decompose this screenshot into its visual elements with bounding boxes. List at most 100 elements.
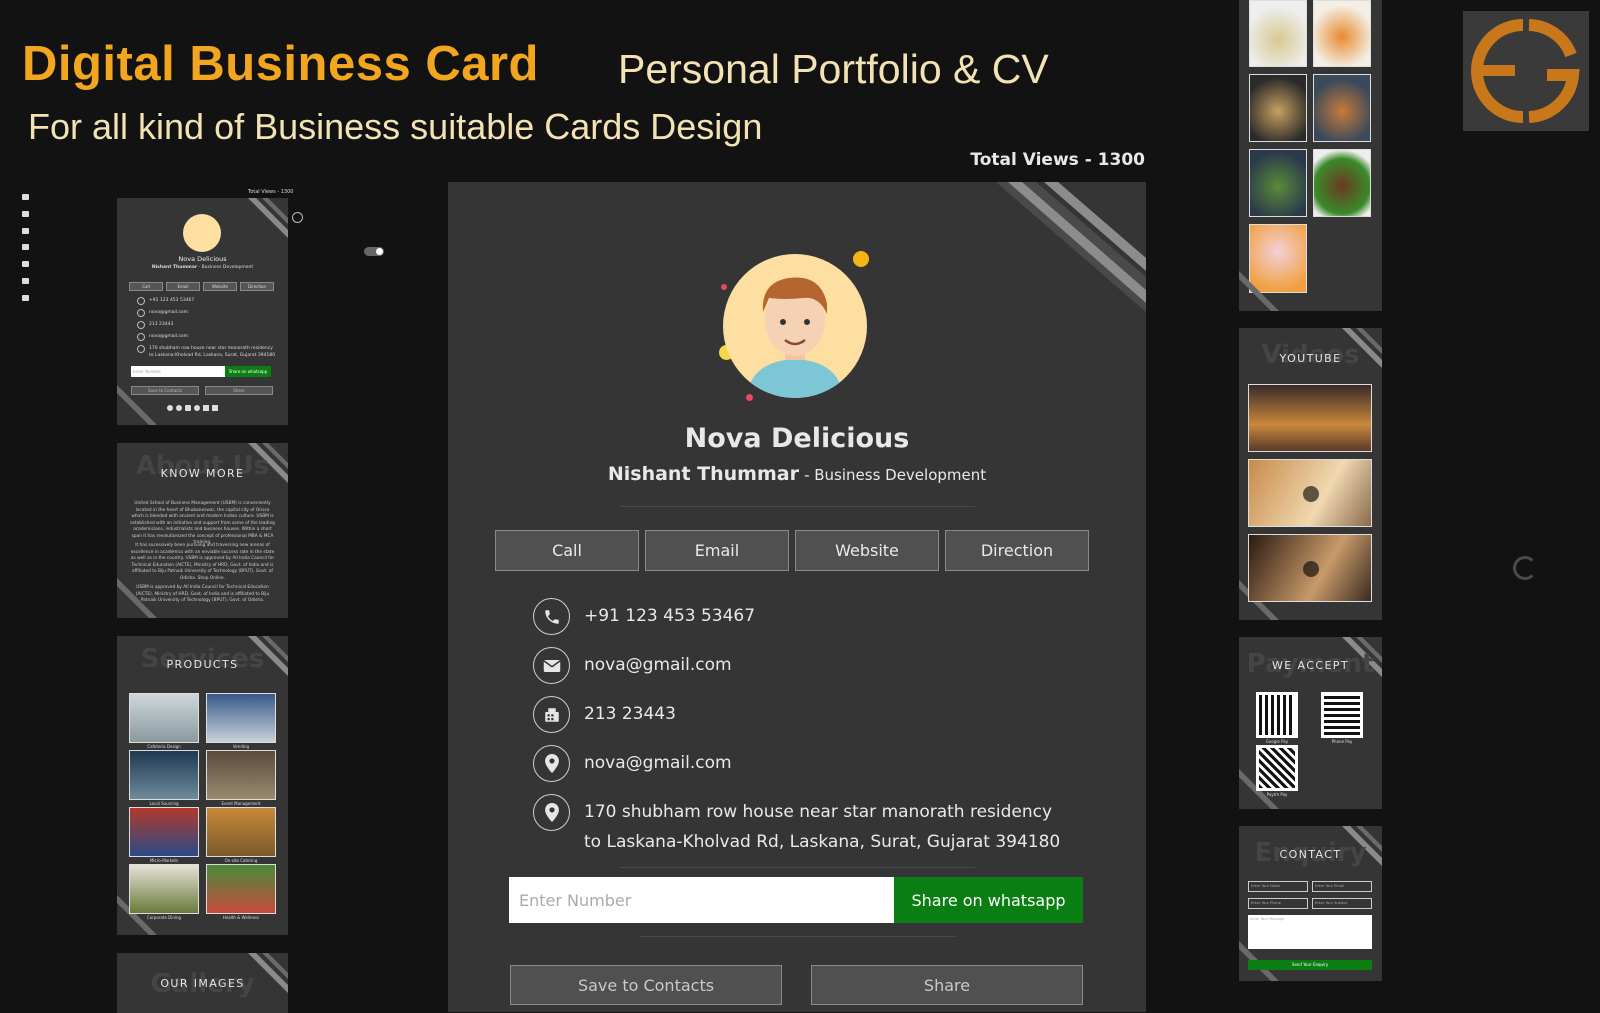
contact-panel: Enquiry CONTACT Enter Your Name Enter Yo… [1239, 826, 1382, 981]
products-title: PRODUCTS [166, 658, 239, 671]
phone-input[interactable]: Enter Your Phone [1248, 898, 1308, 909]
email-text: nova@gmail.com [584, 655, 732, 675]
envelope-icon [533, 647, 570, 684]
contact-fax[interactable]: 213 23443 [533, 696, 676, 733]
gallery-image[interactable] [1313, 0, 1371, 67]
product-image[interactable] [129, 750, 199, 800]
gallery-image[interactable] [1249, 74, 1307, 142]
product-image[interactable] [129, 864, 199, 914]
mini-contact-row: +91 123 453 53467 [137, 297, 194, 305]
location-email-text: nova@gmail.com [584, 753, 732, 773]
map-pin-icon [533, 745, 570, 782]
call-button[interactable]: Call [495, 530, 639, 571]
decor-dot [721, 284, 727, 290]
product-image[interactable] [206, 807, 276, 857]
product-image[interactable] [129, 807, 199, 857]
product-image[interactable] [206, 693, 276, 743]
contact-address[interactable]: 170 shubham row house near star manorath… [533, 794, 1060, 857]
gallery-icon[interactable] [22, 244, 29, 251]
qr-code-icon[interactable] [1256, 692, 1298, 738]
direction-button[interactable]: Direction [945, 530, 1089, 571]
mini-whatsapp-button[interactable]: Share on whatsapp [225, 366, 271, 377]
divider [620, 867, 975, 868]
subject-input[interactable]: Enter Your Subject [1312, 898, 1372, 909]
product-label: Event Management [221, 801, 261, 806]
contact-email[interactable]: nova@gmail.com [533, 647, 732, 684]
mini-call-button[interactable]: Call [129, 282, 163, 291]
video-thumbnail[interactable] [1248, 459, 1372, 527]
gallery-image[interactable] [1313, 74, 1371, 142]
share-whatsapp-button[interactable]: Share on whatsapp [894, 877, 1083, 923]
circle-icon [292, 212, 303, 223]
person-role: - Business Development [804, 466, 987, 484]
know-more-title: KNOW MORE [160, 467, 245, 480]
email-button[interactable]: Email [645, 530, 789, 571]
mini-direction-button[interactable]: Direction [240, 282, 274, 291]
person-name: Nishant Thummar [607, 463, 799, 485]
name-input[interactable]: Enter Your Name [1248, 881, 1308, 892]
know-more-panel: About Us KNOW MORE United School of Busi… [117, 443, 288, 618]
email-input[interactable]: Enter Your Email [1312, 881, 1372, 892]
mini-contact-row: 170 shubham row house near star manorath… [137, 345, 275, 359]
save-contacts-button[interactable]: Save to Contacts [510, 965, 782, 1005]
avatar [723, 254, 867, 398]
eg-logo-icon [1471, 19, 1580, 123]
instagram-icon[interactable] [176, 405, 182, 411]
qr-code-icon[interactable] [1256, 745, 1298, 791]
number-input[interactable] [509, 877, 894, 923]
theme-toggle[interactable] [364, 247, 384, 256]
mini-share-button[interactable]: Share [205, 386, 273, 395]
send-enquiry-button[interactable]: Send Your Enquiry [1248, 960, 1372, 970]
product-label: Local Sourcing [149, 801, 179, 806]
brand-logo [1463, 11, 1589, 131]
gallery-image[interactable] [1249, 149, 1307, 217]
product-label: Health & Wellness [222, 915, 260, 920]
mini-save-button[interactable]: Save to Contacts [131, 386, 199, 395]
message-textarea[interactable]: Enter Your Message [1248, 915, 1372, 949]
gallery-image[interactable] [1249, 0, 1307, 67]
mini-website-button[interactable]: Website [203, 282, 237, 291]
products-icon[interactable] [22, 227, 29, 234]
decor-dot [746, 394, 753, 401]
product-image[interactable] [206, 750, 276, 800]
fax-icon [137, 321, 145, 329]
contact-phone[interactable]: +91 123 453 53467 [533, 598, 755, 635]
mini-social-icons [167, 405, 218, 411]
banner-tagline: For all kind of Business suitable Cards … [28, 106, 763, 147]
video-thumbnail[interactable] [1248, 384, 1372, 452]
address-text: 170 shubham row house near star manorath… [584, 802, 1061, 852]
mini-number-input[interactable]: Enter Number [131, 366, 225, 377]
qr-label: Google Pay [1265, 739, 1289, 744]
divider [620, 506, 975, 507]
share-button[interactable]: Share [811, 965, 1083, 1005]
payment-title: WE ACCEPT [1272, 659, 1349, 672]
payment-icon[interactable] [22, 277, 29, 284]
mini-email-button[interactable]: Email [166, 282, 200, 291]
product-image[interactable] [206, 864, 276, 914]
youtube-icon[interactable] [185, 405, 191, 411]
product-label: Cafeteria Design [147, 744, 181, 749]
video-thumbnail[interactable] [1248, 534, 1372, 602]
our-images-title: OUR IMAGES [160, 977, 245, 990]
whatsapp-share-form: Share on whatsapp [509, 877, 1083, 923]
youtube-icon[interactable] [22, 261, 29, 268]
facebook-icon[interactable] [167, 405, 173, 411]
youtube-title: YOUTUBE [1279, 352, 1342, 365]
gallery-image[interactable] [1249, 224, 1307, 293]
linkedin-icon[interactable] [212, 405, 218, 411]
pinterest-icon[interactable] [194, 405, 200, 411]
contact-icon[interactable] [22, 294, 29, 301]
mini-button-row: Call Email Website Direction [129, 282, 274, 291]
gallery-image[interactable] [1313, 149, 1371, 217]
contact-location-email[interactable]: nova@gmail.com [533, 745, 732, 782]
website-button[interactable]: Website [795, 530, 939, 571]
map-pin-icon [533, 794, 570, 831]
banner-title: Digital Business Card [22, 37, 539, 91]
about-icon[interactable] [22, 210, 29, 217]
home-icon[interactable] [22, 194, 29, 200]
product-image[interactable] [129, 693, 199, 743]
twitter-icon[interactable] [203, 405, 209, 411]
qr-code-icon[interactable] [1321, 692, 1363, 738]
mini-contact-row: nova@gmail.com [137, 333, 188, 341]
person-line: Nishant Thummar - Business Development [448, 463, 1146, 485]
